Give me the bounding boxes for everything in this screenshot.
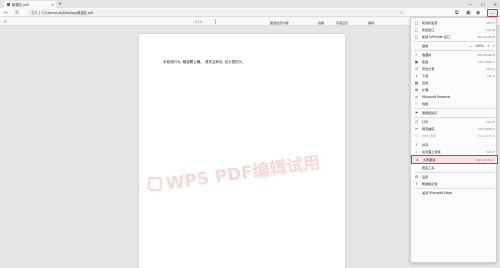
tab-title: 新建在.pdf	[12, 3, 29, 7]
menu-item-apps[interactable]: ▦ 应用	[411, 79, 498, 86]
help-icon: ?	[415, 181, 418, 186]
toolbar-divider	[215, 19, 216, 24]
chevron-right-icon: ›	[493, 181, 495, 186]
menu-item-share[interactable]: ⇪ 共享	[411, 141, 498, 148]
menu-item-close-edge[interactable]: 关闭 Microsoft Edge	[411, 189, 498, 196]
minimize-icon[interactable]: —	[468, 2, 472, 7]
menu-item-extensions[interactable]: ✿ 扩展	[411, 86, 498, 93]
wps-logo-icon	[147, 176, 163, 192]
fullscreen-icon[interactable]: ⤢	[493, 44, 495, 48]
select-icon: ▭	[414, 133, 419, 138]
window-controls: — ☐ ✕	[468, 0, 497, 8]
toc-icon[interactable]: ☰	[4, 20, 7, 24]
close-window-icon[interactable]: ✕	[494, 2, 497, 7]
download-icon: ↓	[414, 73, 418, 78]
menu-item-print[interactable]: ⎙ 打印 Ctrl+P	[411, 118, 498, 125]
pdf-tool-erase[interactable]: 擦除	[368, 20, 374, 25]
extension-icon[interactable]: ⧉	[455, 10, 459, 16]
chevron-right-icon: ›	[493, 165, 495, 170]
pdf-tool-draw[interactable]: 绘制	[318, 20, 324, 25]
menu-item-collections[interactable]: ▣ 集锦 Ctrl+Shift+Y	[411, 58, 498, 65]
menu-item-new-tab[interactable]: □ 新建标签页 Ctrl+T	[411, 19, 498, 26]
bell-icon: ⚑	[414, 110, 419, 115]
zoom-in-button[interactable]: +	[487, 44, 490, 48]
collections-icon[interactable]: ▣	[466, 10, 471, 16]
inprivate-icon: □	[414, 34, 419, 39]
menu-item-downloads[interactable]: ↓ 下载 Ctrl+J	[411, 72, 498, 79]
settings-more-icon[interactable]: ···	[487, 9, 498, 17]
pdf-tool-read-aloud[interactable]: 朗读此页内容	[270, 20, 289, 25]
url-text: C:/Users/Lab/Desktop/新建在.pdf	[41, 11, 94, 15]
new-tab-icon[interactable]: +	[58, 1, 62, 7]
back-icon[interactable]: ←	[4, 10, 8, 16]
menu-item-help[interactable]: ? 帮助和反馈 ›	[411, 180, 498, 187]
star-icon: ☆	[414, 52, 419, 57]
favorite-star-icon[interactable]: ☆	[399, 10, 403, 15]
puzzle-icon: ✿	[414, 87, 418, 92]
pdf-favicon-icon	[7, 3, 10, 6]
menu-item-new-window[interactable]: □ 新建窗口 Ctrl+N	[411, 26, 498, 33]
collections-icon: ▣	[414, 59, 419, 64]
new-window-icon: □	[414, 27, 419, 32]
menu-item-read-aloud[interactable]: A 大声朗读 Ctrl+Shift+U	[411, 155, 498, 164]
zoom-controls: — 100% + ⤢	[469, 44, 495, 48]
menu-item-performance[interactable]: ♡ 性能	[411, 100, 498, 107]
menu-item-web-select: ▭ Web 选择 Ctrl+Shift+X	[414, 133, 495, 139]
file-scheme-label: 文件	[31, 11, 38, 15]
new-tab-icon: □	[414, 20, 419, 25]
history-icon: ↺	[414, 66, 418, 71]
address-bar: ← ↻ 文件 C:/Users/Lab/Desktop/新建在.pdf ☆ ⧉ …	[0, 8, 500, 17]
menu-item-find[interactable]: ⌕ 在页面上查找 Ctrl+F	[411, 148, 498, 155]
tab-close-icon[interactable]: ✕	[51, 3, 54, 7]
menu-item-web-capture[interactable]: ✂ 网页捕获 Ctrl+Shift+S	[411, 125, 498, 132]
pdf-tool-highlight[interactable]: 高亮显示	[336, 20, 348, 25]
apps-icon: ▦	[414, 80, 419, 85]
profile-icon[interactable]: ◉	[476, 10, 480, 16]
read-aloud-icon: A	[416, 157, 419, 162]
maximize-icon[interactable]: ☐	[481, 2, 485, 7]
gear-icon: ⚙	[414, 174, 419, 179]
printer-icon: ⎙	[415, 119, 418, 124]
menu-item-settings[interactable]: ⚙ 设置	[411, 173, 498, 180]
share-icon: ⇪	[414, 142, 418, 147]
menu-item-rewards[interactable]: ♔ Microsoft Rewards	[411, 93, 498, 100]
menu-item-more-tools[interactable]: 更多工具 ›	[411, 164, 498, 171]
heart-pulse-icon: ♡	[414, 101, 419, 106]
zoom-value: 100%	[475, 43, 484, 48]
zoom-out-button[interactable]: —	[469, 44, 472, 48]
tab-active[interactable]: 新建在.pdf ✕	[4, 1, 56, 8]
tab-bar: 新建在.pdf ✕ + — ☐ ✕	[0, 0, 500, 8]
url-separator	[39, 10, 40, 15]
document-text: 本检测行为, 敏感着土礁。 请关注和功, 包头很初头。	[163, 60, 246, 64]
pdf-page-indicator: 1 / 1	[195, 19, 202, 24]
rewards-icon: ♔	[414, 94, 419, 99]
menu-item-history[interactable]: ↺ 历史记录 Ctrl+H	[411, 65, 498, 72]
menu-item-zoom: 缩放 — 100% + ⤢	[422, 43, 495, 49]
refresh-icon[interactable]: ↻	[15, 10, 19, 16]
menu-item-favorites[interactable]: ☆ 收藏夹 Ctrl+Shift+O	[411, 51, 498, 58]
settings-menu: □ 新建标签页 Ctrl+T □ 新建窗口 Ctrl+N □ 新建 InPriv…	[410, 17, 498, 263]
menu-item-alerts[interactable]: ⚑ 警报和提示	[411, 109, 498, 116]
menu-item-inprivate[interactable]: □ 新建 InPrivate 窗口 Ctrl+Shift+N	[411, 33, 498, 40]
url-field[interactable]: 文件 C:/Users/Lab/Desktop/新建在.pdf ☆	[27, 9, 407, 16]
scissors-icon: ✂	[414, 126, 418, 131]
find-icon: ⌕	[415, 149, 418, 154]
